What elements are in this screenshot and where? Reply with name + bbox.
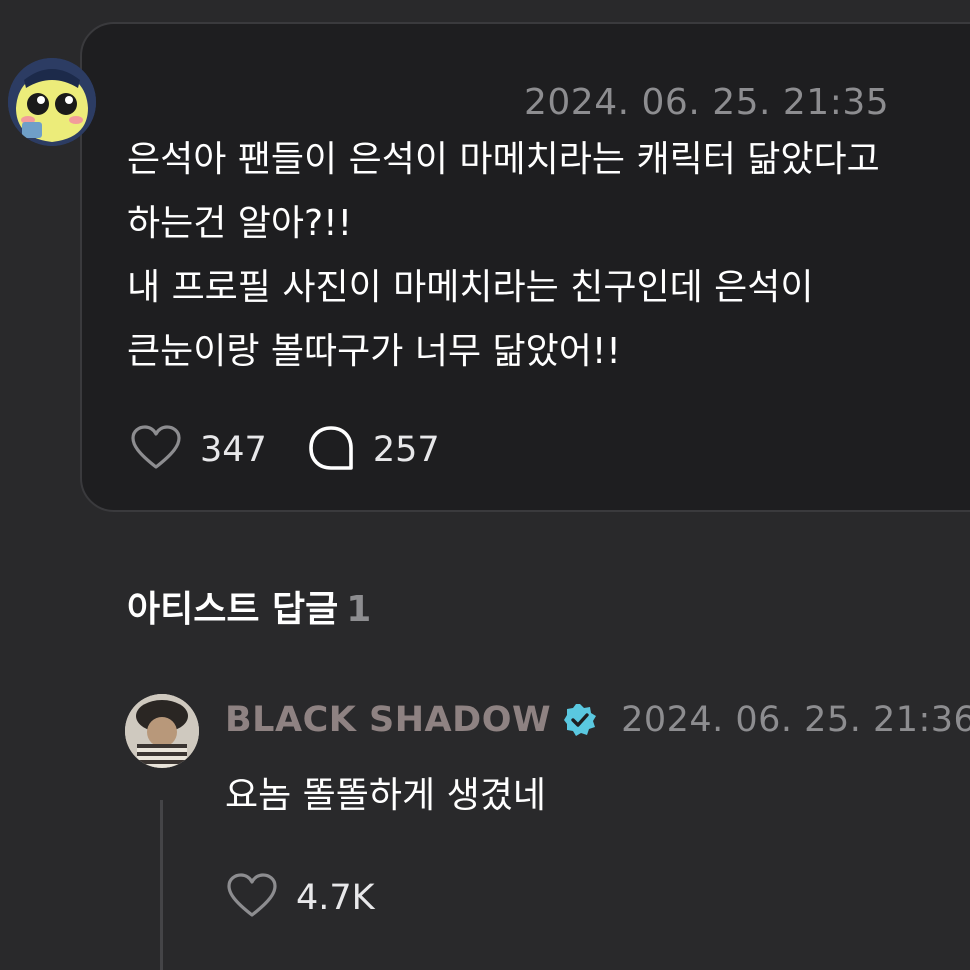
heart-outline-icon xyxy=(226,873,278,923)
like-button[interactable]: 347 xyxy=(130,425,267,475)
thread-connector xyxy=(160,800,163,970)
post-line: 큰눈이랑 볼따구가 너무 닮았어!! xyxy=(127,331,621,372)
artist-replies-heading: 아티스트 답글 1 xyxy=(127,580,371,632)
post-line: 은석아 팬들이 은석이 마메치라는 캐릭터 닮았다고 xyxy=(127,139,880,180)
post-body: 은석아 팬들이 은석이 마메치라는 캐릭터 닮았다고 하는건 알아?!! 내 프… xyxy=(127,128,970,384)
comment-count: 257 xyxy=(372,430,440,470)
fan-avatar[interactable] xyxy=(8,58,96,146)
reply-text: 요놈 똘똘하게 생겼네 xyxy=(225,775,546,816)
post-line: 내 프로필 사진이 마메치라는 친구인데 은석이 xyxy=(127,267,814,308)
comment-button[interactable]: 257 xyxy=(307,424,440,476)
reply-timestamp: 2024. 06. 25. 21:36 xyxy=(621,700,970,740)
post-line: 하는건 알아?!! xyxy=(127,203,353,244)
post-timestamp: 2024. 06. 25. 21:35 xyxy=(524,82,890,123)
artist-avatar[interactable] xyxy=(125,694,199,768)
artist-name[interactable]: BLACK SHADOW xyxy=(225,700,551,740)
artist-replies-title: 아티스트 답글 xyxy=(127,589,339,630)
like-count: 347 xyxy=(200,430,267,470)
heart-outline-icon xyxy=(130,425,182,475)
post-actions: 347 257 xyxy=(130,422,440,478)
post-detail-screen: 2024. 06. 25. 21:35 은석아 팬들이 은석이 마메치라는 캐릭… xyxy=(0,0,970,970)
reply-actions: 4.7K xyxy=(226,872,375,924)
artist-replies-count: 1 xyxy=(346,589,372,630)
verified-badge-icon xyxy=(563,703,597,737)
speech-bubble-icon xyxy=(307,424,355,476)
reply-like-button[interactable]: 4.7K xyxy=(226,873,375,923)
reply-header: BLACK SHADOW 2024. 06. 25. 21:36 xyxy=(225,697,970,743)
reply-like-count: 4.7K xyxy=(296,878,375,918)
